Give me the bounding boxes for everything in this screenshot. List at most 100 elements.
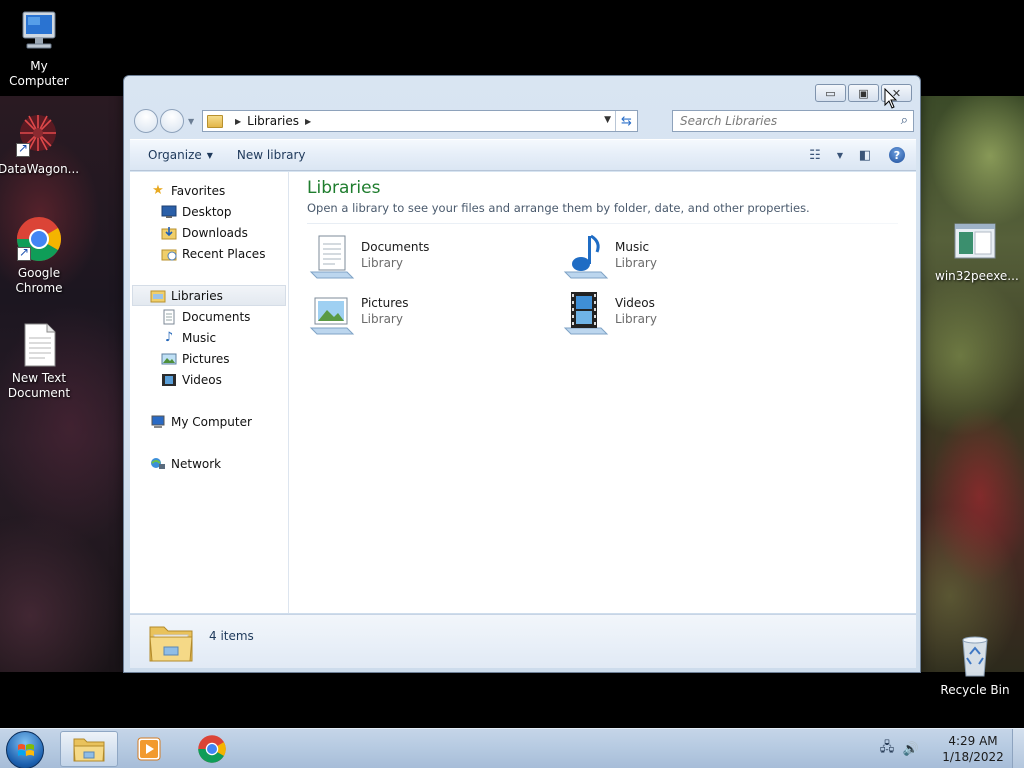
preview-pane-icon: ◧ [858,147,872,163]
library-item-videos[interactable]: Videos Library [561,288,791,338]
preview-pane-button[interactable]: ◧ [852,144,878,166]
start-button[interactable] [6,731,44,768]
nav-label: Libraries [171,288,223,303]
back-button[interactable] [134,109,158,133]
breadcrumb-separator-icon[interactable]: ▶ [305,117,311,126]
executable-icon [951,218,999,266]
library-name: Music [615,240,650,254]
shortcut-arrow-icon [17,245,31,261]
recent-pages-dropdown[interactable]: ▼ [188,117,196,126]
desktop-icon-datawagon[interactable]: DataWagon... [0,111,79,177]
address-row: ▼ ▶ Libraries ▶ ▼ ⇆ ⌕ [132,109,914,133]
chevron-down-icon: ▼ [836,150,844,160]
videos-library-icon [561,288,611,338]
help-button[interactable]: ? [884,144,910,166]
change-view-button[interactable]: ☷ [802,144,828,166]
library-name: Pictures [361,296,409,310]
nav-label: Videos [182,372,222,387]
library-item-music[interactable]: Music Library [561,232,791,282]
desktop-icon-new-text-document[interactable]: New Text Document [0,320,79,401]
minimize-button[interactable]: ▭ [815,84,846,102]
nav-favorites[interactable]: ★ Favorites [130,180,288,201]
clock-date: 1/18/2022 [942,750,1004,764]
organize-button[interactable]: Organize ▼ [136,143,225,167]
system-tray: 🖧 🔊 4:29 AM 1/18/2022 [878,729,1024,768]
forward-button[interactable] [160,109,184,133]
documents-library-icon [307,232,357,282]
media-player-icon [137,737,161,761]
library-type: Library [615,256,657,270]
music-icon: ♪ [164,330,174,345]
main-pane: Libraries Open a library to see your fil… [289,172,916,613]
view-icon: ☷ [809,147,821,163]
shortcut-arrow-icon [16,141,30,157]
desktop-icon [161,204,177,220]
desktop-icon-label: win32peexe... [935,269,1019,283]
libraries-folder-icon [148,621,194,663]
address-dropdown-icon[interactable]: ▼ [604,115,611,125]
new-library-button[interactable]: New library [225,143,318,167]
navigation-pane: ★ Favorites Desktop Downloads Recent Pla… [130,172,289,613]
datawagon-icon [14,111,62,159]
recent-places-icon [161,246,177,262]
volume-icon[interactable]: 🔊 [902,740,920,758]
taskbar-chrome[interactable] [183,731,241,767]
maximize-icon: ▣ [858,86,869,100]
desktop-icon-my-computer[interactable]: My Computer [0,8,79,89]
desktop-icon-label: My Computer [9,59,69,88]
page-description: Open a library to see your files and arr… [307,201,810,215]
nav-documents[interactable]: Documents [130,306,288,327]
desktop-icon-win32peexe[interactable]: win32peexe... [935,218,1019,284]
chrome-icon [198,735,226,763]
search-input[interactable] [680,114,880,128]
nav-network[interactable]: Network [130,453,288,474]
taskbar-explorer[interactable] [60,731,118,767]
address-bar[interactable]: ▶ Libraries ▶ ▼ ⇆ [202,110,638,132]
network-tray-icon[interactable]: 🖧 [878,740,896,758]
nav-label: Music [182,330,217,345]
nav-videos[interactable]: Videos [130,369,288,390]
refresh-icon: ⇆ [621,113,632,129]
search-icon[interactable]: ⌕ [901,113,908,128]
nav-downloads[interactable]: Downloads [130,222,288,243]
nav-libraries[interactable]: Libraries [132,285,286,306]
explorer-content: ★ Favorites Desktop Downloads Recent Pla… [130,172,916,613]
chrome-icon [15,215,63,263]
page-title: Libraries [307,178,381,198]
desktop-icon-google-chrome[interactable]: Google Chrome [0,215,79,296]
toolbar-right: ☷ ▼ ◧ ? [802,144,910,166]
desktop-icon-recycle-bin[interactable]: Recycle Bin [935,632,1015,698]
clock[interactable]: 4:29 AM 1/18/2022 [934,733,1012,765]
computer-icon [15,8,63,56]
nav-label: Recent Places [182,246,266,261]
library-item-pictures[interactable]: Pictures Library [307,288,537,338]
library-item-documents[interactable]: Documents Library [307,232,537,282]
explorer-window: ▭ ▣ ✕ ▼ ▶ Libraries ▶ ▼ ⇆ ⌕ Organize [123,75,921,673]
divider [307,223,898,224]
nav-label: Desktop [182,204,232,219]
nav-recent-places[interactable]: Recent Places [130,243,288,264]
nav-label: Pictures [182,351,230,366]
pictures-library-icon [307,288,357,338]
breadcrumb-separator-icon[interactable]: ▶ [235,117,241,126]
nav-pictures[interactable]: Pictures [130,348,288,369]
refresh-button[interactable]: ⇆ [615,111,637,131]
pictures-icon [161,351,177,367]
breadcrumb-libraries[interactable]: Libraries [247,114,299,128]
taskbar-media-player[interactable] [120,731,178,767]
details-pane: 4 items [130,614,916,668]
windows-logo-icon [18,744,34,756]
search-box[interactable]: ⌕ [672,110,914,132]
nav-desktop[interactable]: Desktop [130,201,288,222]
item-count: 4 items [209,629,254,643]
nav-my-computer[interactable]: My Computer [130,411,288,432]
maximize-button[interactable]: ▣ [848,84,879,102]
libraries-folder-icon [207,114,223,128]
show-desktop-button[interactable] [1012,729,1024,768]
nav-music[interactable]: ♪ Music [130,327,288,348]
view-options-dropdown[interactable]: ▼ [834,144,846,166]
organize-label: Organize [148,148,202,162]
network-icon [150,456,166,472]
